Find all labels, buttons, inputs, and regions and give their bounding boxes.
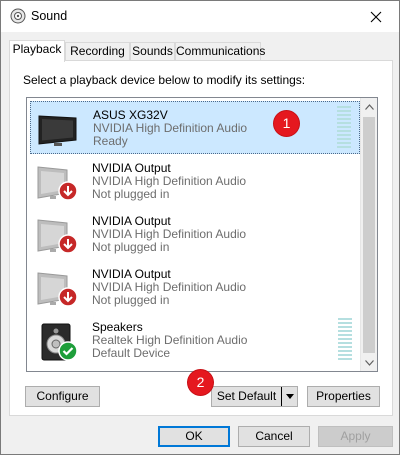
device-name: NVIDIA Output [92, 214, 171, 228]
apply-button[interactable]: Apply [318, 426, 393, 447]
properties-button[interactable]: Properties [307, 386, 380, 407]
device-driver: NVIDIA High Definition Audio [93, 121, 248, 135]
monitor-icon [38, 115, 77, 146]
cancel-button[interactable]: Cancel [238, 426, 310, 447]
chevron-down-icon [365, 359, 374, 366]
device-item[interactable]: ASUS XG32V NVIDIA High Definition Audio … [30, 101, 360, 154]
close-icon [370, 11, 382, 22]
list-scrollbar[interactable] [360, 98, 377, 371]
scroll-up-button[interactable] [361, 98, 377, 115]
tab-sounds[interactable]: Sounds [130, 42, 175, 61]
device-item[interactable]: NVIDIA Output NVIDIA High Definition Aud… [30, 155, 360, 208]
instruction-text: Select a playback device below to modify… [23, 73, 306, 87]
device-driver: Realtek High Definition Audio [92, 333, 248, 347]
volume-meter [338, 318, 352, 362]
properties-label: Properties [316, 389, 371, 403]
device-status: Default Device [92, 346, 171, 360]
device-status: Not plugged in [92, 187, 170, 201]
device-driver: NVIDIA High Definition Audio [92, 280, 247, 294]
device-name: ASUS XG32V [93, 108, 168, 122]
tab-playback[interactable]: Playback [9, 40, 65, 62]
window-title: Sound [31, 9, 68, 23]
device-driver: NVIDIA High Definition Audio [92, 174, 247, 188]
playback-panel: Select a playback device below to modify… [9, 60, 393, 416]
cancel-label: Cancel [255, 429, 293, 443]
ok-label: OK [185, 429, 203, 443]
device-name: NVIDIA Output [92, 267, 171, 281]
annotation-badge: 1 [274, 111, 299, 136]
device-status: Ready [93, 134, 128, 148]
volume-meter [337, 106, 351, 150]
dropdown-arrow-icon [285, 394, 294, 399]
green-check-icon [58, 341, 78, 361]
set-default-button[interactable]: Set Default [211, 386, 298, 407]
title-bar: Sound [1, 1, 399, 32]
red-down-arrow-icon [58, 287, 78, 307]
red-down-arrow-icon [58, 181, 78, 201]
device-status: Not plugged in [92, 293, 170, 307]
device-driver: NVIDIA High Definition Audio [92, 227, 247, 241]
scroll-down-button[interactable] [361, 354, 377, 371]
configure-label: Configure [36, 389, 89, 403]
device-status: Not plugged in [92, 240, 170, 254]
red-down-arrow-icon [58, 234, 78, 254]
tab-recording[interactable]: Recording [65, 42, 130, 61]
device-item[interactable]: Speakers Realtek High Definition Audio D… [30, 314, 360, 367]
apply-label: Apply [340, 429, 371, 443]
annotation-badge: 2 [188, 370, 213, 395]
device-list[interactable]: ASUS XG32V NVIDIA High Definition Audio … [26, 97, 378, 372]
set-default-label: Set Default [216, 389, 277, 403]
device-item[interactable]: NVIDIA Output NVIDIA High Definition Aud… [30, 208, 360, 261]
ok-button[interactable]: OK [158, 426, 230, 447]
configure-button[interactable]: Configure [25, 386, 100, 407]
sound-dialog: Sound Playback Recording Sounds Communic… [0, 0, 400, 455]
device-item[interactable]: NVIDIA Output NVIDIA High Definition Aud… [30, 261, 360, 314]
speaker-icon [10, 8, 26, 24]
tab-communications[interactable]: Communications [175, 42, 265, 61]
device-name: NVIDIA Output [92, 161, 171, 175]
chevron-up-icon [365, 103, 374, 110]
device-name: Speakers [92, 320, 143, 334]
scroll-thumb[interactable] [363, 117, 375, 353]
set-default-dropdown[interactable] [281, 387, 297, 406]
close-button[interactable] [353, 1, 399, 32]
